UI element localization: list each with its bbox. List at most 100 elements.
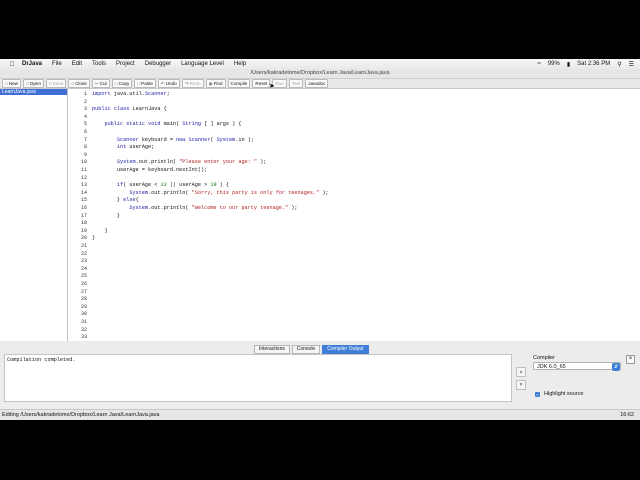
close-button[interactable]: □ Close [68, 79, 90, 88]
status-cursor-position: 16:62 [620, 412, 634, 418]
notification-center-icon[interactable]: ☰ [629, 61, 634, 68]
wifi-icon[interactable]: ≈ [538, 61, 541, 67]
line-number: 30 [80, 311, 87, 318]
menu-edit[interactable]: Edit [72, 61, 82, 67]
line-number: 6 [83, 129, 87, 135]
previous-error-button[interactable]: ▲ [516, 367, 526, 377]
line-number: 27 [80, 288, 87, 295]
line-number: 29 [80, 303, 87, 310]
binoculars-icon: ◉ [208, 81, 213, 86]
compiler-output-text: Compilation completed. [7, 357, 76, 363]
line-number: 10 [80, 159, 87, 166]
line-number: 5 [83, 121, 87, 128]
close-icon: × [628, 356, 633, 362]
compiler-select[interactable]: JDK 6.0_65 ⇵ [533, 362, 621, 371]
line-number: 1 [83, 91, 87, 97]
undo-button[interactable]: ↶ Undo [157, 79, 180, 88]
save-label: Save [52, 81, 64, 86]
menu-project[interactable]: Project [116, 61, 135, 67]
redo-button[interactable]: ↷ Redo [181, 79, 204, 88]
line-number: 3 [83, 106, 87, 113]
line-number: 25 [80, 273, 87, 280]
drjava-window:  DrJava File Edit Tools Project Debugge… [0, 59, 640, 420]
tab-console[interactable]: Console [291, 345, 321, 354]
find-label: Find [213, 81, 223, 86]
line-number: 2 [83, 98, 87, 105]
reset-label: Reset [255, 81, 268, 86]
line-number: 13 [80, 182, 87, 189]
test-button[interactable]: Test [288, 79, 304, 88]
next-error-button[interactable]: ▼ [516, 380, 526, 390]
compiler-label: Compiler [533, 355, 556, 361]
javadoc-button[interactable]: Javadoc [305, 79, 329, 88]
line-number: 32 [80, 326, 87, 333]
paste-icon: □ [137, 81, 141, 86]
clock[interactable]: Sat 2:36 PM [577, 61, 610, 67]
status-file-path: Editing /Users/kakradetome/Dropbox/Learn… [2, 412, 160, 418]
battery-icon[interactable]: ▮ [567, 61, 570, 68]
code-line: public static void main( String [ ] args… [104, 121, 242, 128]
code-line: } [92, 235, 96, 242]
tab-compiler-output[interactable]: Compiler Output [322, 345, 369, 354]
new-button[interactable]: □ New [2, 79, 21, 88]
close-panel-button[interactable]: × [626, 355, 635, 364]
new-label: New [8, 81, 18, 86]
checkmark-icon: ✓ [535, 392, 540, 397]
compile-button[interactable]: Compile [227, 79, 251, 88]
line-number: 12 [80, 174, 87, 181]
redo-label: Redo [189, 81, 201, 86]
apple-icon[interactable]:  [8, 61, 16, 68]
menu-language-level[interactable]: Language Level [181, 61, 224, 67]
run-label: Run [275, 81, 284, 86]
line-number: 17 [80, 212, 87, 219]
line-number: 22 [80, 250, 87, 257]
cut-button[interactable]: ✂ Cut [91, 79, 110, 88]
close-file-icon: □ [71, 81, 75, 86]
menu-app-name[interactable]: DrJava [22, 61, 42, 67]
highlight-source-checkbox[interactable]: ✓ [535, 392, 540, 397]
code-line: Scanner keyboard = new Scanner( System.i… [116, 136, 254, 143]
mouse-pointer-icon: ➤ [269, 83, 275, 90]
status-bar: Editing /Users/kakradetome/Dropbox/Learn… [0, 409, 640, 420]
line-number: 28 [80, 296, 87, 303]
code-line: System.out.println( "Welcome to our part… [129, 205, 298, 211]
line-number: 8 [83, 144, 87, 151]
code-line: userAge = keyboard.nextInt(); [92, 167, 208, 173]
code-line: } [92, 227, 108, 234]
scissors-icon: ✂ [94, 81, 99, 86]
undo-label: Undo [165, 81, 177, 86]
code-line: System.out.println( "Please enter your a… [116, 159, 267, 166]
code-line: } [92, 212, 121, 219]
find-button[interactable]: ◉ Find [205, 79, 226, 88]
paste-button[interactable]: □ Paste [134, 79, 156, 88]
copy-label: Copy [118, 81, 130, 86]
compiler-select-value: JDK 6.0_65 [537, 364, 566, 370]
tab-interactions[interactable]: Interactions [254, 345, 290, 354]
folder-icon: □ [25, 81, 29, 86]
copy-button[interactable]: □ Copy [111, 79, 133, 88]
code-editor[interactable]: 1 2 3 4 5 6 7 8 9 10 11 12 13 14 15 16 17 18 19 20 21 22 23 24 2… [68, 89, 640, 341]
menu-help[interactable]: Help [234, 61, 246, 67]
chevron-down-icon: ⇵ [612, 363, 620, 371]
code-line: import java.util.Scanner; [92, 91, 170, 97]
battery-percent[interactable]: 99% [548, 61, 560, 67]
copy-icon: □ [114, 81, 118, 86]
search-icon[interactable]: ⚲ [617, 61, 621, 68]
compiler-output-pane[interactable]: Compilation completed. [4, 354, 512, 402]
code-line: int userAge; [116, 144, 155, 151]
open-label: Open [29, 81, 42, 86]
arrow-down-icon: ▼ [518, 382, 524, 388]
document-list-item[interactable]: LearnJava.java [0, 89, 67, 95]
line-number: 19 [80, 227, 87, 234]
save-button[interactable]: □ Save [46, 79, 67, 88]
bottom-tab-bar: Interactions Console Compiler Output [254, 345, 369, 354]
menu-extras: ≈ 99% ▮ Sat 2:36 PM ⚲ ☰ [538, 59, 634, 69]
code-line: if( userAge < 13 || userAge > 19 ) { [116, 182, 230, 189]
code-line: public class LearnJava { [92, 106, 167, 113]
reset-button[interactable]: Reset [252, 79, 271, 88]
menu-debugger[interactable]: Debugger [145, 61, 171, 67]
line-number: 20 [80, 235, 87, 242]
menu-tools[interactable]: Tools [92, 61, 106, 67]
open-button[interactable]: □ Open [22, 79, 45, 88]
menu-file[interactable]: File [52, 61, 62, 67]
